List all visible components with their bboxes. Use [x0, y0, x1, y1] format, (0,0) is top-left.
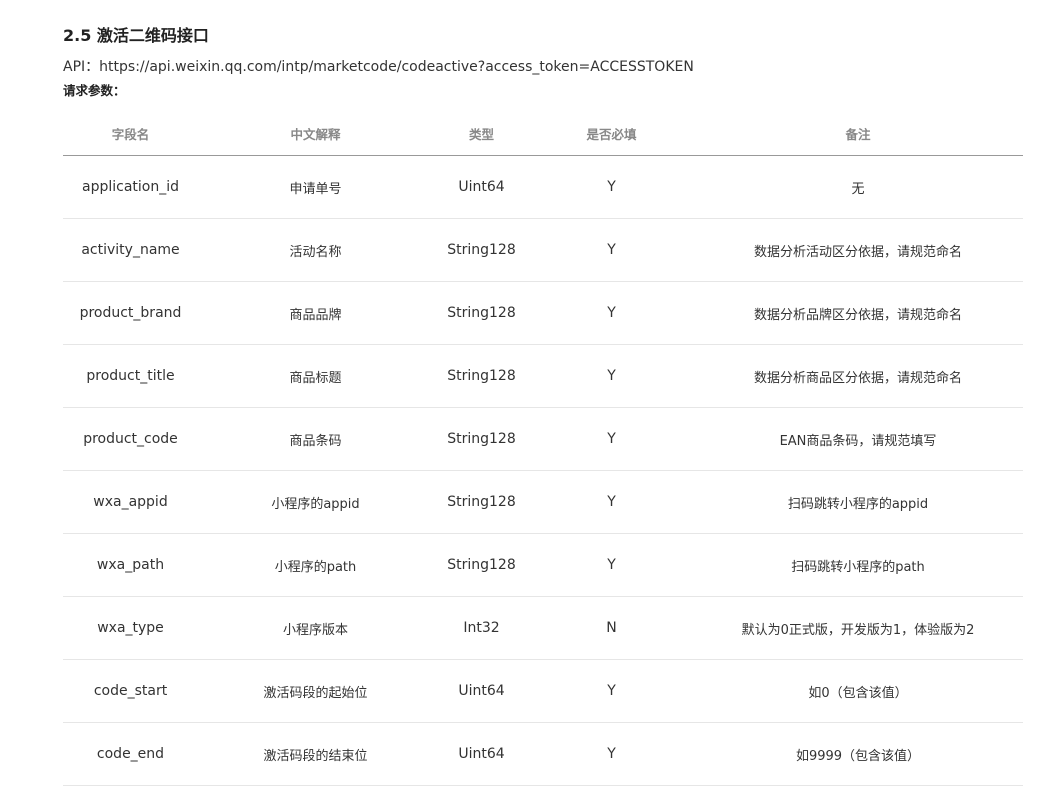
cell-remark: 扫码跳转小程序的appid	[693, 470, 1023, 534]
cell-remark: 如9999（包含该值）	[693, 722, 1023, 786]
cell-chinese-explanation: 申请单号	[198, 155, 433, 219]
cell-field-name: wxa_appid	[63, 470, 198, 534]
cell-chinese-explanation: 小程序版本	[198, 596, 433, 660]
table-row: wxa_type 小程序版本 Int32 N 默认为0正式版，开发版为1，体验版…	[63, 596, 1023, 660]
cell-chinese-explanation: 商品标题	[198, 344, 433, 408]
header-required: 是否必填	[530, 112, 693, 156]
cell-required: Y	[530, 218, 693, 282]
cell-type: Int32	[433, 596, 530, 660]
cell-chinese-explanation: 小程序的appid	[198, 470, 433, 534]
cell-required: Y	[530, 407, 693, 471]
cell-remark: 数据分析活动区分依据，请规范命名	[693, 218, 1023, 282]
cell-type: String128	[433, 281, 530, 345]
cell-required: Y	[530, 722, 693, 786]
table-row: wxa_path 小程序的path String128 Y 扫码跳转小程序的pa…	[63, 533, 1023, 597]
cell-field-name: product_brand	[63, 281, 198, 345]
table-row: activity_name 活动名称 String128 Y 数据分析活动区分依…	[63, 218, 1023, 282]
cell-remark: 数据分析品牌区分依据，请规范命名	[693, 281, 1023, 345]
cell-field-name: code_end	[63, 722, 198, 786]
table-row: code_end 激活码段的结束位 Uint64 Y 如9999（包含该值）	[63, 722, 1023, 786]
table-row: wxa_appid 小程序的appid String128 Y 扫码跳转小程序的…	[63, 470, 1023, 534]
cell-remark: 无	[693, 155, 1023, 219]
cell-chinese-explanation: 商品品牌	[198, 281, 433, 345]
cell-field-name: application_id	[63, 155, 198, 219]
cell-chinese-explanation: 商品条码	[198, 407, 433, 471]
cell-type: String128	[433, 407, 530, 471]
section-title: 2.5 激活二维码接口	[63, 26, 209, 45]
header-remark: 备注	[693, 112, 1023, 156]
cell-required: N	[530, 596, 693, 660]
cell-field-name: activity_name	[63, 218, 198, 282]
table-header-row: 字段名 中文解释 类型 是否必填 备注	[63, 112, 1023, 156]
header-chinese-explanation: 中文解释	[198, 112, 433, 156]
table-row: application_id 申请单号 Uint64 Y 无	[63, 155, 1023, 219]
api-line: API：https://api.weixin.qq.com/intp/marke…	[63, 56, 694, 76]
cell-required: Y	[530, 533, 693, 597]
header-field-name: 字段名	[63, 112, 198, 156]
cell-field-name: product_title	[63, 344, 198, 408]
cell-chinese-explanation: 激活码段的结束位	[198, 722, 433, 786]
cell-type: Uint64	[433, 659, 530, 723]
cell-remark: EAN商品条码，请规范填写	[693, 407, 1023, 471]
cell-chinese-explanation: 小程序的path	[198, 533, 433, 597]
cell-remark: 扫码跳转小程序的path	[693, 533, 1023, 597]
cell-field-name: wxa_path	[63, 533, 198, 597]
cell-type: String128	[433, 344, 530, 408]
cell-field-name: code_start	[63, 659, 198, 723]
cell-required: Y	[530, 281, 693, 345]
cell-required: Y	[530, 155, 693, 219]
cell-chinese-explanation: 活动名称	[198, 218, 433, 282]
cell-type: String128	[433, 470, 530, 534]
cell-remark: 如0（包含该值）	[693, 659, 1023, 723]
request-params-label: 请求参数：	[63, 83, 126, 98]
header-type: 类型	[433, 112, 530, 156]
cell-field-name: wxa_type	[63, 596, 198, 660]
params-table: 字段名 中文解释 类型 是否必填 备注 application_id 申请单号 …	[63, 112, 1023, 786]
cell-type: Uint64	[433, 155, 530, 219]
cell-type: String128	[433, 533, 530, 597]
cell-type: String128	[433, 218, 530, 282]
cell-required: Y	[530, 470, 693, 534]
cell-required: Y	[530, 659, 693, 723]
api-label: API：	[63, 59, 100, 75]
table-row: product_code 商品条码 String128 Y EAN商品条码，请规…	[63, 407, 1023, 471]
cell-type: Uint64	[433, 722, 530, 786]
cell-remark: 数据分析商品区分依据，请规范命名	[693, 344, 1023, 408]
cell-remark: 默认为0正式版，开发版为1，体验版为2	[693, 596, 1023, 660]
api-url: https://api.weixin.qq.com/intp/marketcod…	[99, 59, 694, 75]
cell-chinese-explanation: 激活码段的起始位	[198, 659, 433, 723]
table-row: product_title 商品标题 String128 Y 数据分析商品区分依…	[63, 344, 1023, 408]
table-row: product_brand 商品品牌 String128 Y 数据分析品牌区分依…	[63, 281, 1023, 345]
cell-field-name: product_code	[63, 407, 198, 471]
table-row: code_start 激活码段的起始位 Uint64 Y 如0（包含该值）	[63, 659, 1023, 723]
cell-required: Y	[530, 344, 693, 408]
